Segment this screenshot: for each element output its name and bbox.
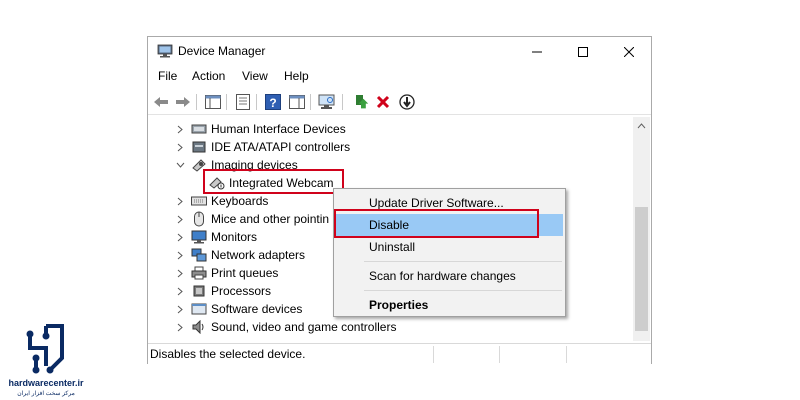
- title-bar: Device Manager: [148, 37, 651, 67]
- mouse-icon: [191, 211, 207, 227]
- tree-node-keyboards[interactable]: Keyboards: [175, 192, 268, 210]
- menu-properties[interactable]: Properties: [336, 294, 563, 316]
- menu-item-label: Scan for hardware changes: [369, 269, 516, 283]
- toolbar-separator: [256, 94, 257, 110]
- processor-icon: [191, 283, 207, 299]
- menu-separator: [364, 290, 562, 291]
- toolbar: ?: [148, 89, 651, 115]
- logo-name: hardwarecenter.ir: [8, 378, 84, 388]
- brand-logo: hardwarecenter.ir مرکز سخت افزار ایران: [6, 322, 86, 397]
- tree-node-monitors[interactable]: Monitors: [175, 228, 257, 246]
- chevron-right-icon[interactable]: [175, 210, 185, 228]
- tree-node-label: Monitors: [211, 230, 258, 244]
- show-hide-console-tree-icon[interactable]: [204, 93, 222, 111]
- tree-node-human-interface-devices[interactable]: Human Interface Devices: [175, 120, 346, 138]
- toolbar-separator: [226, 94, 227, 110]
- tree-node-print-queues[interactable]: Print queues: [175, 264, 278, 282]
- window-title: Device Manager: [178, 44, 266, 58]
- device-manager-icon: [157, 44, 173, 58]
- menu-scan-hardware[interactable]: Scan for hardware changes: [336, 265, 563, 287]
- status-text: Disables the selected device.: [150, 347, 306, 361]
- tree-node-label: Keyboards: [211, 194, 269, 208]
- tree-node-label: Processors: [211, 284, 272, 298]
- chevron-down-icon[interactable]: [175, 156, 185, 174]
- close-button[interactable]: [606, 37, 652, 67]
- webcam-highlight-box: [203, 169, 344, 194]
- chevron-right-icon[interactable]: [175, 138, 185, 156]
- tree-node-label: Software devices: [211, 302, 303, 316]
- action-pane-icon[interactable]: [288, 93, 306, 111]
- ide-controller-icon: [191, 139, 207, 155]
- tree-node-label: Sound, video and game controllers: [211, 320, 397, 334]
- printer-icon: [191, 265, 207, 281]
- menu-item-label: Uninstall: [369, 240, 416, 254]
- tree-node-sound-video-game[interactable]: Sound, video and game controllers: [175, 318, 396, 336]
- hid-icon: [191, 121, 207, 137]
- chevron-right-icon[interactable]: [175, 192, 185, 210]
- keyboard-icon: [191, 193, 207, 209]
- tree-node-label: Mice and other pointin: [211, 212, 330, 226]
- properties-sheet-icon[interactable]: [234, 93, 252, 111]
- tree-node-mice[interactable]: Mice and other pointin: [175, 210, 329, 228]
- menu-item-label: Update Driver Software...: [369, 196, 504, 210]
- tree-node-ide-controllers[interactable]: IDE ATA/ATAPI controllers: [175, 138, 350, 156]
- svg-text:?: ?: [269, 96, 276, 110]
- minimize-button[interactable]: [514, 37, 560, 67]
- context-menu: Update Driver Software... Disable Uninst…: [333, 188, 566, 317]
- chevron-right-icon[interactable]: [175, 246, 185, 264]
- menu-item-label: Properties: [369, 298, 429, 312]
- menu-uninstall[interactable]: Uninstall: [336, 236, 563, 258]
- disable-highlight-box: [334, 209, 539, 238]
- scrollbar-thumb[interactable]: [635, 207, 648, 331]
- menu-action[interactable]: Action: [192, 69, 225, 83]
- circuit-logo-icon: [26, 324, 64, 374]
- menu-separator: [364, 261, 562, 262]
- chevron-right-icon[interactable]: [175, 120, 185, 138]
- tree-node-software-devices[interactable]: Software devices: [175, 300, 302, 318]
- disable-device-icon[interactable]: [398, 93, 416, 111]
- status-bar: Disables the selected device.: [148, 343, 651, 364]
- tree-node-network-adapters[interactable]: Network adapters: [175, 246, 305, 264]
- status-divider: [566, 346, 567, 363]
- menu-view[interactable]: View: [242, 69, 268, 83]
- tree-node-label: IDE ATA/ATAPI controllers: [211, 140, 351, 154]
- chevron-right-icon[interactable]: [175, 228, 185, 246]
- toolbar-separator: [310, 94, 311, 110]
- scroll-up-icon[interactable]: [633, 117, 650, 134]
- vertical-scrollbar[interactable]: [633, 117, 650, 341]
- menu-help[interactable]: Help: [284, 69, 309, 83]
- menu-bar: File Action View Help: [148, 67, 651, 87]
- tree-node-label: Print queues: [211, 266, 279, 280]
- network-icon: [191, 247, 207, 263]
- forward-arrow-icon[interactable]: [174, 93, 192, 111]
- chevron-right-icon[interactable]: [175, 264, 185, 282]
- back-arrow-icon[interactable]: [152, 93, 170, 111]
- scan-hardware-icon[interactable]: [318, 93, 336, 111]
- monitor-icon: [191, 229, 207, 245]
- sound-icon: [191, 319, 207, 335]
- toolbar-separator: [196, 94, 197, 110]
- update-driver-icon[interactable]: [352, 93, 370, 111]
- status-divider: [433, 346, 434, 363]
- chevron-right-icon[interactable]: [175, 282, 185, 300]
- software-icon: [191, 301, 207, 317]
- toolbar-separator: [342, 94, 343, 110]
- logo-tagline: مرکز سخت افزار ایران: [17, 391, 75, 397]
- menu-file[interactable]: File: [158, 69, 177, 83]
- tree-node-label: Network adapters: [211, 248, 306, 262]
- tree-node-label: Human Interface Devices: [211, 122, 346, 136]
- uninstall-x-icon[interactable]: [374, 93, 392, 111]
- status-divider: [499, 346, 500, 363]
- maximize-button[interactable]: [560, 37, 606, 67]
- chevron-right-icon[interactable]: [175, 300, 185, 318]
- chevron-right-icon[interactable]: [175, 318, 185, 336]
- tree-node-processors[interactable]: Processors: [175, 282, 271, 300]
- help-icon[interactable]: ?: [264, 93, 282, 111]
